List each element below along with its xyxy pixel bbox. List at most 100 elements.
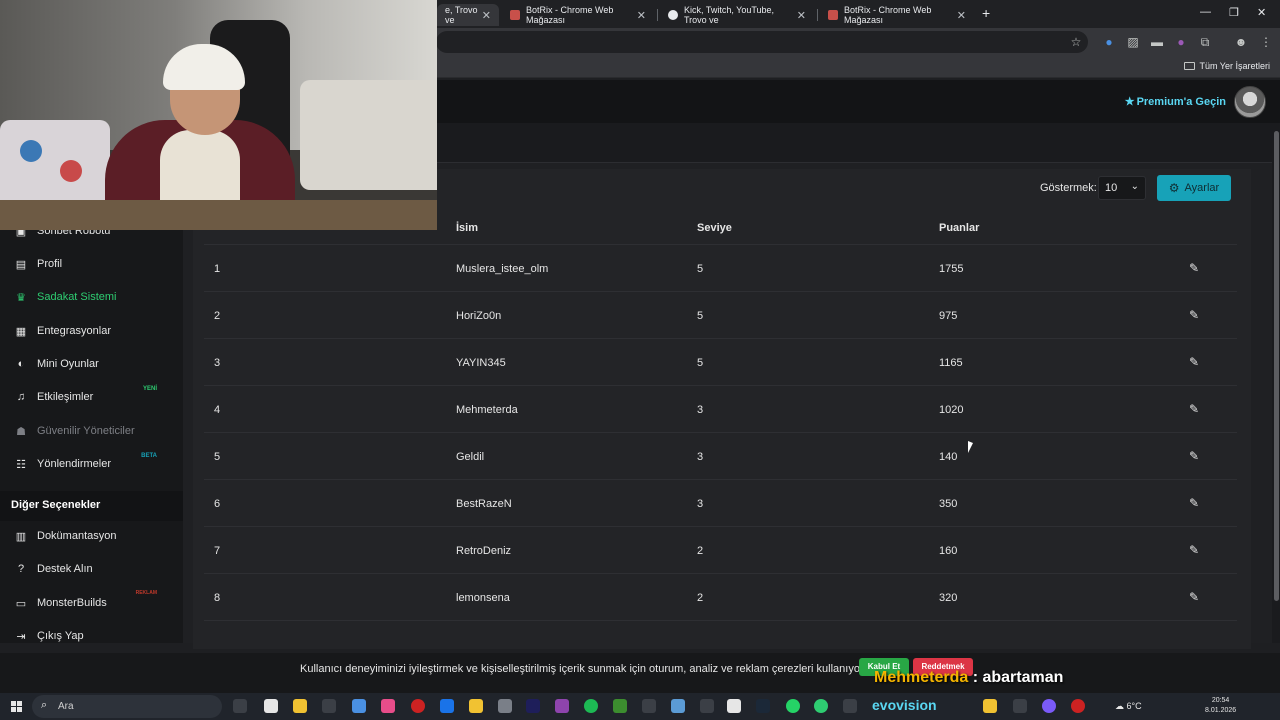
- sidebar-item-cikis-yap[interactable]: ⇥ Çıkış Yap: [0, 621, 183, 651]
- star-bookmark-icon[interactable]: ☆: [1069, 35, 1083, 49]
- opera-icon[interactable]: [411, 699, 425, 713]
- app-icon[interactable]: [264, 699, 278, 713]
- column-header-name[interactable]: İsim: [456, 222, 478, 234]
- minecraft-icon[interactable]: [613, 699, 627, 713]
- settings-button[interactable]: ⚙ Ayarlar: [1157, 175, 1231, 201]
- whatsapp-icon[interactable]: [786, 699, 800, 713]
- level-cell: 3: [697, 451, 704, 463]
- all-bookmarks[interactable]: Tüm Yer İşaretleri: [1184, 61, 1270, 71]
- close-icon[interactable]: ✕: [957, 9, 966, 22]
- app-icon[interactable]: [700, 699, 714, 713]
- points-cell: 1020: [939, 404, 964, 416]
- restore-icon[interactable]: ❐: [1229, 6, 1239, 19]
- weather-widget[interactable]: ☁ 6°C: [1115, 701, 1142, 712]
- profile-icon[interactable]: ☻: [1234, 35, 1248, 49]
- menu-kebab-icon[interactable]: ⋮: [1259, 35, 1273, 49]
- music-icon: ♫: [16, 391, 26, 403]
- app-icon[interactable]: [352, 699, 366, 713]
- task-view-icon[interactable]: [233, 699, 247, 713]
- minimize-icon[interactable]: —: [1200, 6, 1211, 18]
- app-icon[interactable]: [671, 699, 685, 713]
- edit-icon[interactable]: ✎: [1189, 261, 1199, 275]
- rank-cell: 7: [214, 545, 221, 557]
- chrome-icon[interactable]: [983, 699, 997, 713]
- browser-tab[interactable]: BotRix - Chrome Web Mağazası ✕: [820, 4, 974, 26]
- sidebar-item-dokumantasyon[interactable]: ▥ Dokümantasyon: [0, 521, 183, 551]
- premium-link[interactable]: ★ Premium'a Geçin: [1125, 95, 1226, 108]
- level-cell: 5: [697, 357, 704, 369]
- edit-icon[interactable]: ✎: [1189, 496, 1199, 510]
- close-icon[interactable]: ✕: [797, 9, 806, 22]
- edit-icon[interactable]: ✎: [1189, 402, 1199, 416]
- chat-username: Mehmeterda: [874, 669, 969, 686]
- app-icon[interactable]: [381, 699, 395, 713]
- app-icon[interactable]: [1071, 699, 1085, 713]
- extension-icon[interactable]: ●: [1174, 35, 1188, 49]
- new-tab-icon[interactable]: +: [982, 5, 990, 21]
- page-size-select[interactable]: 10 ⌄: [1098, 176, 1146, 200]
- sidebar-item-monsterbuilds[interactable]: ▭ MonsterBuilds REKLAM: [0, 588, 183, 618]
- search-icon: ⌕: [41, 699, 48, 711]
- sidebar-item-guvenilir-yoneticiler[interactable]: ☗ Güvenilir Yöneticiler: [0, 416, 183, 446]
- sidebar-item-destek-alin[interactable]: ? Destek Alın: [0, 554, 183, 584]
- animate-icon[interactable]: [526, 699, 540, 713]
- close-icon[interactable]: ✕: [637, 9, 646, 22]
- table-row: 1 Muslera_istee_olm 5 1755 ✎: [204, 245, 1237, 292]
- edit-icon[interactable]: ✎: [1189, 308, 1199, 322]
- sidebar-item-yonlendirmeler[interactable]: ☷ Yönlendirmeler BETA: [0, 449, 183, 479]
- taskbar-search[interactable]: ⌕ Ara: [32, 695, 222, 718]
- evovision-logo[interactable]: evovision: [872, 697, 937, 713]
- edit-icon[interactable]: ✎: [1189, 449, 1199, 463]
- sidebar-item-mini-oyunlar[interactable]: ◐ Mini Oyunlar: [0, 349, 183, 379]
- tab-title: BotRix - Chrome Web Mağazası: [526, 5, 614, 25]
- page-scrollbar[interactable]: [1272, 123, 1280, 643]
- column-header-points[interactable]: Puanlar: [939, 222, 979, 234]
- browser-tab[interactable]: BotRix - Chrome Web Mağazası ✕: [502, 4, 654, 26]
- screen: e, Trovo ve ✕ BotRix - Chrome Web Mağaza…: [0, 0, 1280, 720]
- sidebar-item-entegrasyonlar[interactable]: ▦ Entegrasyonlar: [0, 316, 183, 346]
- app-icon[interactable]: [322, 699, 336, 713]
- edit-icon[interactable]: ✎: [1189, 543, 1199, 557]
- browser-tab[interactable]: Kick, Twitch, YouTube, Trovo ve ✕: [660, 4, 814, 26]
- windows-start-icon[interactable]: [11, 701, 22, 712]
- sidebar-item-profil[interactable]: ▤ Profil: [0, 249, 183, 279]
- sidebar-section-title: Diğer Seçenekler: [0, 491, 183, 521]
- sidebar-item-label: Dokümantasyon: [37, 530, 117, 542]
- app-icon[interactable]: [555, 699, 569, 713]
- avatar[interactable]: [1234, 86, 1266, 118]
- app-icon[interactable]: [814, 699, 828, 713]
- file-explorer-icon[interactable]: [293, 699, 307, 713]
- taskbar-clock[interactable]: 20:54 8.01.2026: [1205, 696, 1236, 716]
- app-icon[interactable]: [469, 699, 483, 713]
- tab-title: BotRix - Chrome Web Mağazası: [844, 5, 932, 25]
- app-icon[interactable]: [843, 699, 857, 713]
- sidebar-item-label: Yönlendirmeler: [37, 458, 111, 470]
- rank-cell: 8: [214, 592, 221, 604]
- edit-icon[interactable]: ✎: [1189, 590, 1199, 604]
- app-icon[interactable]: [440, 699, 454, 713]
- extension-icon[interactable]: ▨: [1126, 35, 1140, 49]
- user-group-icon: ☷: [16, 458, 26, 471]
- sidebar-item-etkilesimler[interactable]: ♫ Etkileşimler YENİ: [0, 382, 183, 412]
- puzzle-icon[interactable]: ⧉: [1198, 35, 1212, 49]
- address-bar[interactable]: [436, 31, 1088, 53]
- window-close-icon[interactable]: ✕: [1257, 6, 1266, 19]
- close-icon[interactable]: ✕: [482, 9, 491, 22]
- extension-icon[interactable]: ●: [1102, 35, 1116, 49]
- settings-app-icon[interactable]: [498, 699, 512, 713]
- scrollbar-thumb[interactable]: [1274, 131, 1279, 601]
- app-icon[interactable]: [1013, 699, 1027, 713]
- tab-title: Kick, Twitch, YouTube, Trovo ve: [684, 5, 775, 25]
- edit-icon[interactable]: ✎: [1189, 355, 1199, 369]
- cookie-banner: Kullanıcı deneyiminizi iyileştirmek ve k…: [0, 653, 1280, 693]
- column-header-level[interactable]: Seviye: [697, 222, 732, 234]
- app-icon[interactable]: [727, 699, 741, 713]
- discord-icon[interactable]: [1042, 699, 1056, 713]
- spotify-icon[interactable]: [584, 699, 598, 713]
- sidebar-item-sadakat-sistemi[interactable]: ♛ Sadakat Sistemi: [0, 282, 183, 312]
- pillow-pattern: [20, 140, 42, 162]
- extension-icon[interactable]: ▬: [1150, 35, 1164, 49]
- steam-icon[interactable]: [756, 699, 770, 713]
- app-icon[interactable]: [642, 699, 656, 713]
- browser-tab[interactable]: e, Trovo ve ✕: [437, 4, 499, 26]
